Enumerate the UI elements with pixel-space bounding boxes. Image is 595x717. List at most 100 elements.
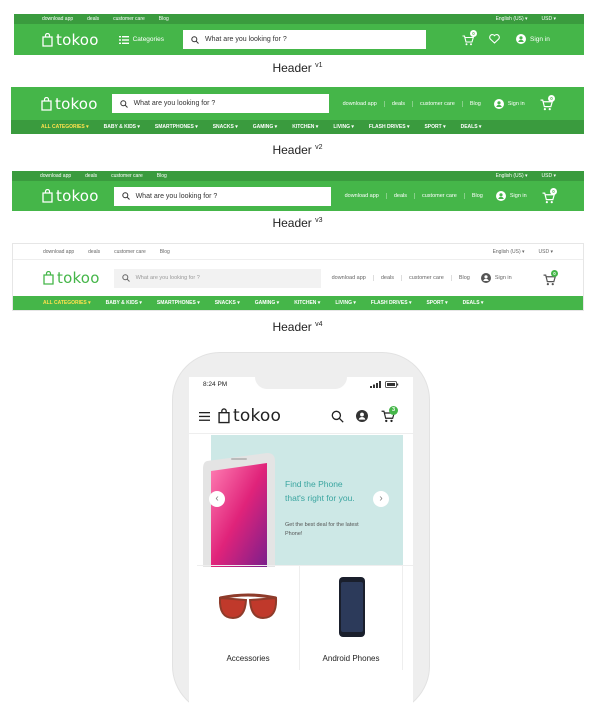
- deals-link[interactable]: deals: [387, 193, 415, 199]
- hero-banner: ‹ › Find the Phone that's right for you.…: [203, 435, 403, 567]
- category-all[interactable]: ALL CATEGORIES ▾: [41, 124, 89, 130]
- header-v2: tokoo What are you looking for ? downloa…: [11, 87, 584, 134]
- download-app-link[interactable]: download app: [40, 173, 71, 179]
- category-flash-drives[interactable]: FLASH DRIVES ▾: [369, 124, 410, 130]
- sign-in-button[interactable]: Sign in: [480, 273, 512, 283]
- search-input[interactable]: What are you looking for ?: [113, 186, 331, 206]
- blog-link[interactable]: Blog: [157, 173, 167, 179]
- user-icon[interactable]: [356, 410, 368, 422]
- category-smartphones[interactable]: SMARTPHONES ▾: [155, 124, 198, 130]
- category-deals[interactable]: DEALS ▾: [463, 300, 484, 306]
- logo[interactable]: tokoo: [41, 95, 98, 113]
- tile-android-phones[interactable]: Android Phones: [300, 566, 403, 670]
- sign-in-button[interactable]: Sign in: [495, 191, 527, 201]
- logo[interactable]: tokoo: [43, 269, 100, 287]
- category-all[interactable]: ALL CATEGORIES ▾: [43, 300, 91, 306]
- customer-care-link[interactable]: customer care: [413, 100, 463, 107]
- category-baby-kids[interactable]: BABY & KIDS ▾: [106, 300, 142, 306]
- shopping-bag-icon: [41, 96, 52, 111]
- search-input[interactable]: What are you looking for ?: [111, 94, 329, 113]
- mobile-app-bar: tokoo 3: [189, 399, 413, 434]
- cart-button[interactable]: 3: [381, 406, 398, 428]
- category-deals[interactable]: DEALS ▾: [461, 124, 482, 130]
- blog-link[interactable]: Blog: [160, 249, 170, 255]
- topbar: download app deals customer care Blog En…: [13, 244, 583, 260]
- category-living[interactable]: LIVING ▾: [335, 300, 356, 306]
- category-nav: ALL CATEGORIES ▾ BABY & KIDS ▾ SMARTPHON…: [13, 296, 583, 310]
- deals-link[interactable]: deals: [87, 16, 99, 22]
- category-tiles: Accessories Android Phones: [197, 565, 413, 674]
- language-select[interactable]: English (US) ▾: [496, 173, 528, 179]
- download-app-link[interactable]: download app: [325, 275, 374, 281]
- search-icon: [191, 35, 199, 44]
- banner-prev-button[interactable]: ‹: [209, 491, 225, 507]
- category-snacks[interactable]: SNACKS ▾: [213, 124, 238, 130]
- language-select[interactable]: English (US) ▾: [493, 249, 525, 255]
- category-sport[interactable]: SPORT ▾: [424, 124, 445, 130]
- category-gaming[interactable]: GAMING ▾: [255, 300, 279, 306]
- category-kitchen[interactable]: KITCHEN ▾: [292, 124, 318, 130]
- category-living[interactable]: LIVING ▾: [333, 124, 354, 130]
- customer-care-link[interactable]: customer care: [402, 275, 452, 281]
- blog-link[interactable]: Blog: [452, 275, 477, 281]
- category-flash-drives[interactable]: FLASH DRIVES ▾: [371, 300, 412, 306]
- category-kitchen[interactable]: KITCHEN ▾: [294, 300, 320, 306]
- heart-icon[interactable]: [489, 34, 500, 44]
- tile-label: Accessories: [226, 654, 270, 663]
- cart-button[interactable]: 0: [462, 30, 477, 51]
- brand-name: tokoo: [56, 187, 99, 205]
- menu-icon[interactable]: [199, 411, 210, 421]
- download-app-link[interactable]: download app: [42, 16, 73, 22]
- customer-care-link[interactable]: customer care: [415, 193, 465, 199]
- currency-select[interactable]: USD ▾: [542, 16, 556, 22]
- logo[interactable]: tokoo: [42, 31, 99, 49]
- shopping-bag-icon: [218, 408, 230, 424]
- search-input[interactable]: What are you looking for ?: [183, 30, 427, 49]
- logo[interactable]: tokoo: [42, 187, 99, 205]
- topbar: download app deals customer care Blog En…: [14, 14, 584, 24]
- customer-care-link[interactable]: customer care: [111, 173, 143, 179]
- logo[interactable]: tokoo: [218, 406, 281, 426]
- brand-name: tokoo: [57, 269, 100, 287]
- tile-label: Android Phones: [322, 654, 380, 663]
- category-baby-kids[interactable]: BABY & KIDS ▾: [104, 124, 140, 130]
- deals-link[interactable]: deals: [88, 249, 100, 255]
- category-smartphones[interactable]: SMARTPHONES ▾: [157, 300, 200, 306]
- currency-select[interactable]: USD ▾: [542, 173, 556, 179]
- search-placeholder: What are you looking for ?: [135, 192, 218, 200]
- blog-link[interactable]: Blog: [463, 101, 488, 107]
- category-snacks[interactable]: SNACKS ▾: [215, 300, 240, 306]
- search-input[interactable]: What are you looking for ?: [113, 268, 321, 288]
- language-select[interactable]: English (US) ▾: [496, 16, 528, 22]
- blog-link[interactable]: Blog: [159, 16, 169, 22]
- cart-button[interactable]: 0: [543, 270, 558, 291]
- customer-care-link[interactable]: customer care: [113, 16, 145, 22]
- brand-name: tokoo: [233, 406, 282, 426]
- blog-link[interactable]: Blog: [465, 193, 490, 199]
- sign-in-button[interactable]: Sign in: [516, 34, 550, 44]
- deals-link[interactable]: deals: [374, 275, 402, 281]
- tile-accessories[interactable]: Accessories: [197, 566, 300, 670]
- search-icon[interactable]: [331, 410, 344, 423]
- customer-care-link[interactable]: customer care: [114, 249, 146, 255]
- categories-button[interactable]: Categories: [118, 35, 164, 44]
- header-links: download app deals customer care Blog: [338, 193, 490, 199]
- deals-link[interactable]: deals: [385, 100, 413, 107]
- cart-button[interactable]: 0: [542, 188, 557, 209]
- sunglasses-image: [218, 593, 278, 620]
- category-gaming[interactable]: GAMING ▾: [253, 124, 277, 130]
- user-icon: [516, 34, 526, 44]
- cart-button[interactable]: 0: [540, 95, 555, 116]
- banner-next-button[interactable]: ›: [373, 491, 389, 507]
- phone-mockup: 8:24 PM tokoo 3 ‹ › Find the Phone that'…: [172, 352, 430, 717]
- search-placeholder: What are you looking for ?: [133, 100, 216, 107]
- deals-link[interactable]: deals: [85, 173, 97, 179]
- sign-in-button[interactable]: Sign in: [493, 98, 525, 109]
- status-time: 8:24 PM: [203, 381, 228, 388]
- currency-select[interactable]: USD ▾: [539, 249, 553, 255]
- category-sport[interactable]: SPORT ▾: [426, 300, 447, 306]
- download-app-link[interactable]: download app: [338, 193, 387, 199]
- download-app-link[interactable]: download app: [336, 100, 385, 107]
- download-app-link[interactable]: download app: [43, 249, 74, 255]
- main-bar: tokoo Categories What are you looking fo…: [14, 24, 584, 55]
